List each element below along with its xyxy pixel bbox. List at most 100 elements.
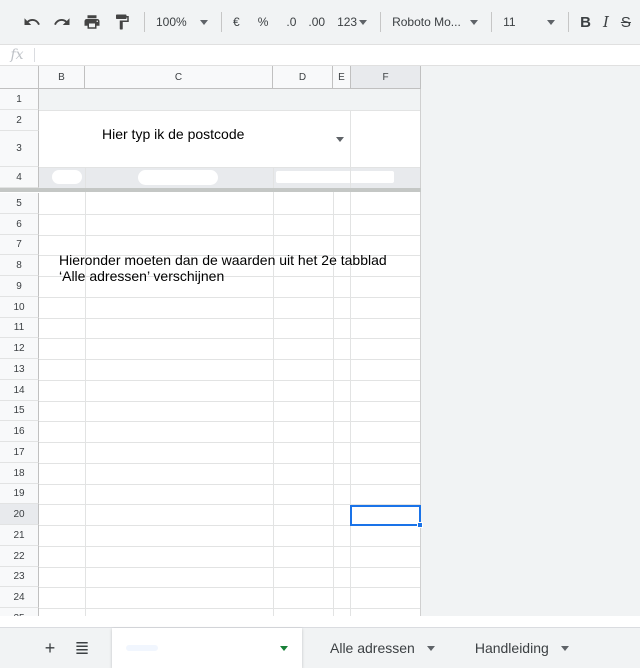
chevron-down-icon — [359, 19, 368, 25]
redacted-cell — [138, 170, 218, 185]
grid-line — [39, 608, 421, 609]
fill-handle[interactable] — [417, 522, 423, 528]
formula-bar: fx — [0, 44, 640, 66]
cell-c2-postcode-input[interactable]: Hier typ ik de postcode — [102, 126, 244, 142]
font-size-select[interactable]: 11 — [498, 8, 560, 36]
row-header-15[interactable]: 15 — [0, 401, 39, 421]
print-icon — [84, 15, 100, 29]
sheet-tab-handleiding[interactable]: Handleiding — [461, 628, 583, 668]
row-header-4[interactable]: 4 — [0, 167, 39, 188]
cell-b8-instruction-line2: ‘Alle adressen’ verschijnen — [59, 268, 225, 284]
italic-button[interactable]: I — [598, 8, 614, 36]
row-header-3[interactable]: 3 — [0, 131, 39, 167]
column-header-b[interactable]: B — [39, 66, 85, 89]
row-header-8[interactable]: 8 — [0, 255, 39, 276]
row-header-20[interactable]: 20 — [0, 504, 39, 525]
font-family-value: Roboto Mo... — [392, 15, 461, 29]
redacted-cell — [52, 170, 82, 184]
paint-format-button[interactable] — [108, 8, 136, 36]
selected-cell-f20[interactable] — [350, 505, 421, 526]
sheet-tabs-bar: + ≣ Alle adressen Handleiding — [0, 627, 640, 668]
row-header-25[interactable]: 25 — [0, 608, 39, 616]
sheet-tab-alle-adressen[interactable]: Alle adressen — [316, 628, 449, 668]
undo-button[interactable] — [18, 8, 46, 36]
redacted-tab-label — [126, 645, 158, 651]
grid-line — [273, 167, 274, 616]
increase-decimal-button[interactable]: .00 — [303, 8, 330, 36]
zoom-select[interactable]: 100% — [151, 8, 213, 36]
row-header-10[interactable]: 10 — [0, 297, 39, 318]
row-header-21[interactable]: 21 — [0, 525, 39, 546]
grid-line — [39, 546, 421, 547]
chevron-down-icon[interactable] — [280, 645, 288, 651]
row-header-6[interactable]: 6 — [0, 214, 39, 235]
strikethrough-button[interactable]: S — [616, 8, 636, 36]
row-header-5[interactable]: 5 — [0, 193, 39, 214]
row-header-17[interactable]: 17 — [0, 442, 39, 463]
grid-line — [39, 463, 421, 464]
row-header-18[interactable]: 18 — [0, 463, 39, 484]
sheet-tab-active[interactable] — [112, 628, 302, 668]
grid-line — [39, 318, 421, 319]
redo-button[interactable] — [48, 8, 76, 36]
column-header-f[interactable]: F — [351, 66, 421, 89]
column-header-d[interactable]: D — [273, 66, 333, 89]
chevron-down-icon[interactable] — [426, 645, 435, 651]
decrease-decimal-button[interactable]: .0 — [281, 8, 301, 36]
row-header-22[interactable]: 22 — [0, 546, 39, 567]
dropdown-arrow-icon[interactable] — [336, 137, 344, 142]
fx-icon: fx — [10, 47, 24, 63]
paint-format-icon — [116, 14, 129, 30]
add-sheet-button[interactable]: + — [34, 628, 66, 668]
more-formats-label: 123 — [337, 15, 358, 29]
column-header-e[interactable]: E — [333, 66, 351, 89]
formula-divider — [34, 48, 35, 62]
redacted-cell — [276, 171, 394, 183]
toolbar-divider — [221, 12, 222, 32]
row-header-11[interactable]: 11 — [0, 318, 39, 338]
grid-line — [39, 442, 421, 443]
row-header-9[interactable]: 9 — [0, 276, 39, 297]
row-header-2[interactable]: 2 — [0, 110, 39, 131]
currency-format-button[interactable]: € — [228, 8, 245, 36]
frozen-rows-divider[interactable] — [0, 188, 421, 192]
font-size-value: 11 — [503, 15, 516, 29]
column-header-c[interactable]: C — [85, 66, 273, 89]
chevron-down-icon — [470, 19, 479, 25]
list-icon: ≣ — [74, 637, 90, 658]
row-header-7[interactable]: 7 — [0, 235, 39, 255]
grid-line — [39, 359, 421, 360]
grid-line — [39, 297, 421, 298]
empty-area — [421, 66, 640, 616]
toolbar-divider — [380, 12, 382, 32]
grid-line — [85, 167, 86, 616]
row-header-16[interactable]: 16 — [0, 421, 39, 442]
grid-line — [39, 110, 421, 111]
sheet-grid[interactable]: B C D E F 1 2 3 4 5 6 7 8 9 10 11 12 13 … — [0, 66, 640, 616]
more-formats-button[interactable]: 123 — [332, 8, 372, 36]
formula-input[interactable] — [41, 46, 640, 64]
grid-line — [39, 380, 421, 381]
chevron-down-icon — [200, 19, 208, 25]
spreadsheet-app: 100% € % .0 .00 123 Roboto Mo... 11 B I … — [0, 0, 640, 668]
row-header-1[interactable]: 1 — [0, 89, 39, 110]
font-family-select[interactable]: Roboto Mo... — [387, 8, 483, 36]
row-header-13[interactable]: 13 — [0, 359, 39, 380]
grid-line — [420, 89, 421, 616]
row-header-19[interactable]: 19 — [0, 484, 39, 504]
bold-button[interactable]: B — [575, 8, 596, 36]
row-header-12[interactable]: 12 — [0, 338, 39, 359]
chevron-down-icon[interactable] — [560, 645, 569, 651]
row-header-14[interactable]: 14 — [0, 380, 39, 401]
grid-line — [39, 214, 421, 215]
select-all-corner[interactable] — [0, 66, 39, 89]
row-header-23[interactable]: 23 — [0, 567, 39, 587]
grid-line — [350, 110, 351, 616]
all-sheets-button[interactable]: ≣ — [66, 628, 98, 668]
toolbar: 100% € % .0 .00 123 Roboto Mo... 11 B I … — [0, 0, 640, 44]
grid-line — [39, 567, 421, 568]
row-header-24[interactable]: 24 — [0, 587, 39, 608]
print-button[interactable] — [78, 8, 106, 36]
chevron-down-icon — [547, 19, 556, 25]
percent-format-button[interactable]: % — [253, 8, 274, 36]
